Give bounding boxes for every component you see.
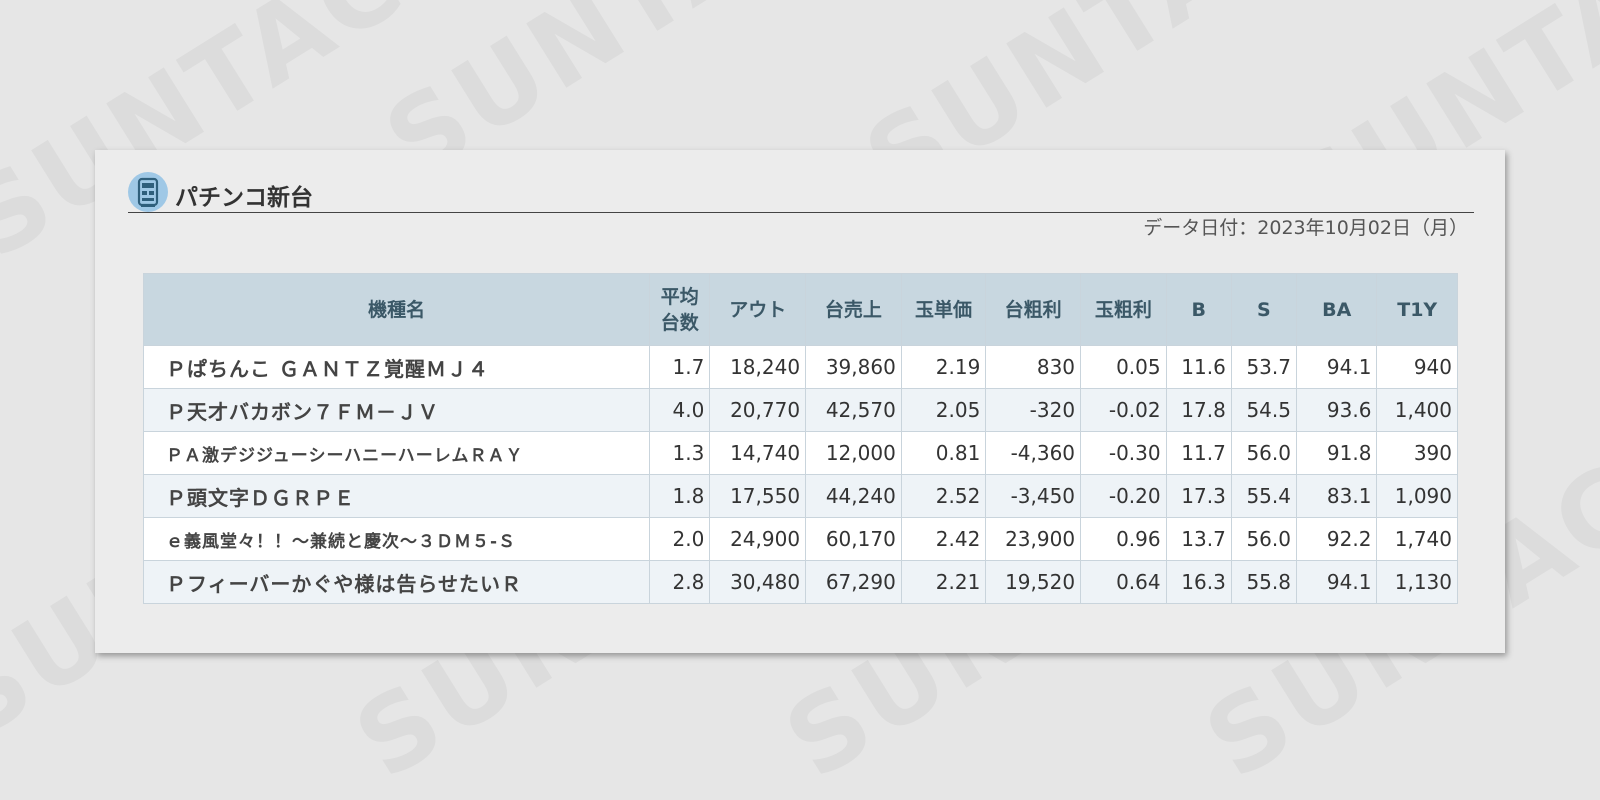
data-date: データ日付：2023年10月02日（月）: [1143, 217, 1468, 239]
column-header-sales[interactable]: 台売上: [805, 273, 902, 346]
cell-b: 13.7: [1165, 517, 1232, 561]
machine-stats-table: 機種名 平均台数 アウト 台売上 玉単価 台粗利 玉粗利 B S BA T1Y …: [142, 273, 1458, 604]
cell-s: 55.4: [1230, 474, 1297, 518]
cell-sales: 42,570: [805, 388, 902, 432]
table-row[interactable]: ＰＡ激デジジューシーハニーハーレムＲＡＹ 1.3 14,740 12,000 0…: [142, 431, 1458, 475]
cell-ball-price: 2.52: [900, 474, 987, 518]
panel-title: パチンコ新台: [175, 185, 313, 211]
cell-t1y: 1,400: [1376, 388, 1458, 432]
cell-ball-profit: -0.30: [1080, 431, 1167, 475]
column-header-avg-units[interactable]: 平均台数: [649, 273, 711, 346]
cell-sales: 67,290: [805, 560, 902, 604]
cell-ball-profit: 0.05: [1080, 345, 1167, 389]
machine-name[interactable]: ｅ義風堂々！！～兼続と慶次～３ＤＭ５-Ｓ: [142, 517, 651, 561]
cell-s: 55.8: [1230, 560, 1297, 604]
cell-gross-profit: -3,450: [985, 474, 1082, 518]
cell-out: 14,740: [709, 431, 807, 475]
column-header-out[interactable]: アウト: [709, 273, 807, 346]
machine-name[interactable]: Ｐフィーバーかぐや様は告らせたいＲ: [142, 560, 651, 604]
machine-name[interactable]: Ｐぱちんこ ＧＡＮＴＺ覚醒ＭＪ４: [142, 345, 651, 389]
cell-s: 56.0: [1230, 517, 1297, 561]
cell-b: 16.3: [1165, 560, 1232, 604]
table-header-row: 機種名 平均台数 アウト 台売上 玉単価 台粗利 玉粗利 B S BA T1Y: [142, 273, 1458, 346]
cell-t1y: 940: [1376, 345, 1458, 389]
column-header-gross-profit[interactable]: 台粗利: [985, 273, 1082, 346]
cell-gross-profit: 19,520: [985, 560, 1082, 604]
cell-avg-units: 2.0: [649, 517, 711, 561]
cell-avg-units: 1.3: [649, 431, 711, 475]
cell-avg-units: 2.8: [649, 560, 711, 604]
cell-b: 17.8: [1165, 388, 1232, 432]
cell-avg-units: 1.7: [649, 345, 711, 389]
machine-name[interactable]: ＰＡ激デジジューシーハニーハーレムＲＡＹ: [142, 431, 651, 475]
column-header-t1y[interactable]: T1Y: [1376, 273, 1458, 346]
cell-gross-profit: 830: [985, 345, 1082, 389]
cell-b: 17.3: [1165, 474, 1232, 518]
cell-avg-units: 1.8: [649, 474, 711, 518]
cell-ball-profit: -0.20: [1080, 474, 1167, 518]
cell-out: 24,900: [709, 517, 807, 561]
cell-ball-price: 2.42: [900, 517, 987, 561]
column-header-name[interactable]: 機種名: [142, 273, 651, 346]
cell-ball-profit: 0.96: [1080, 517, 1167, 561]
column-header-b[interactable]: B: [1165, 273, 1232, 346]
cell-s: 54.5: [1230, 388, 1297, 432]
cell-ball-price: 2.19: [900, 345, 987, 389]
cell-out: 20,770: [709, 388, 807, 432]
cell-s: 56.0: [1230, 431, 1297, 475]
cell-ball-price: 2.05: [900, 388, 987, 432]
cell-ba: 94.1: [1295, 560, 1378, 604]
cell-ba: 93.6: [1295, 388, 1378, 432]
machine-name[interactable]: Ｐ天才バカボン７ＦＭ－ＪＶ: [142, 388, 651, 432]
cell-sales: 12,000: [805, 431, 902, 475]
table-row[interactable]: Ｐぱちんこ ＧＡＮＴＺ覚醒ＭＪ４ 1.7 18,240 39,860 2.19 …: [142, 345, 1458, 389]
cell-ball-price: 0.81: [900, 431, 987, 475]
cell-ball-profit: -0.02: [1080, 388, 1167, 432]
cell-ba: 83.1: [1295, 474, 1378, 518]
cell-sales: 60,170: [805, 517, 902, 561]
table-row[interactable]: ｅ義風堂々！！～兼続と慶次～３ＤＭ５-Ｓ 2.0 24,900 60,170 2…: [142, 517, 1458, 561]
cell-b: 11.7: [1165, 431, 1232, 475]
table-row[interactable]: Ｐフィーバーかぐや様は告らせたいＲ 2.8 30,480 67,290 2.21…: [142, 560, 1458, 604]
cell-t1y: 1,740: [1376, 517, 1458, 561]
table-row[interactable]: Ｐ天才バカボン７ＦＭ－ＪＶ 4.0 20,770 42,570 2.05 -32…: [142, 388, 1458, 432]
cell-sales: 39,860: [805, 345, 902, 389]
cell-t1y: 390: [1376, 431, 1458, 475]
column-header-ball-profit[interactable]: 玉粗利: [1080, 273, 1167, 346]
column-header-s[interactable]: S: [1230, 273, 1297, 346]
cell-ball-profit: 0.64: [1080, 560, 1167, 604]
cell-gross-profit: 23,900: [985, 517, 1082, 561]
cell-ball-price: 2.21: [900, 560, 987, 604]
column-header-ba[interactable]: BA: [1295, 273, 1378, 346]
cell-ba: 91.8: [1295, 431, 1378, 475]
cell-b: 11.6: [1165, 345, 1232, 389]
table-row[interactable]: Ｐ頭文字ＤＧＲＰＥ 1.8 17,550 44,240 2.52 -3,450 …: [142, 474, 1458, 518]
cell-gross-profit: -4,360: [985, 431, 1082, 475]
cell-sales: 44,240: [805, 474, 902, 518]
cell-ba: 94.1: [1295, 345, 1378, 389]
new-machines-panel: パチンコ新台 データ日付：2023年10月02日（月） 機種名 平均台数 アウト…: [95, 150, 1505, 653]
pachinko-machine-icon: [128, 172, 168, 212]
cell-avg-units: 4.0: [649, 388, 711, 432]
cell-out: 17,550: [709, 474, 807, 518]
cell-s: 53.7: [1230, 345, 1297, 389]
cell-out: 30,480: [709, 560, 807, 604]
column-header-avg-units-label: 平均台数: [660, 285, 699, 334]
cell-gross-profit: -320: [985, 388, 1082, 432]
column-header-ball-price[interactable]: 玉単価: [900, 273, 987, 346]
cell-out: 18,240: [709, 345, 807, 389]
cell-ba: 92.2: [1295, 517, 1378, 561]
cell-t1y: 1,130: [1376, 560, 1458, 604]
cell-t1y: 1,090: [1376, 474, 1458, 518]
panel-header: パチンコ新台: [128, 172, 1474, 213]
machine-name[interactable]: Ｐ頭文字ＤＧＲＰＥ: [142, 474, 651, 518]
